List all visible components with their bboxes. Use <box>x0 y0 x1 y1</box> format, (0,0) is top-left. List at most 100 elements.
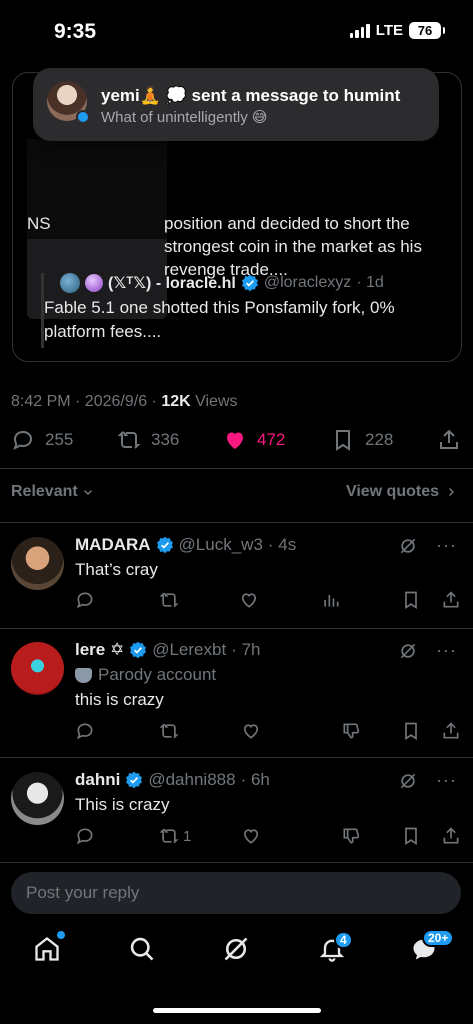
repost-icon <box>159 828 179 844</box>
nav-search[interactable] <box>128 935 158 965</box>
quoted-media-text: NS <box>27 214 51 233</box>
nested-author-name: (𝕏ᵀ𝕏) - loracle.hl <box>108 275 236 292</box>
avatar[interactable] <box>11 642 64 695</box>
status-indicators: LTE 76 <box>349 22 445 39</box>
theater-masks-icon <box>75 667 92 683</box>
quoted-post-text: position and decided to short the strong… <box>164 214 422 279</box>
reply-time: · 7h <box>231 640 261 659</box>
notification-subtitle: What of unintelligently 😅 <box>101 109 268 126</box>
like-button[interactable] <box>241 826 261 846</box>
chevron-right-icon <box>448 487 455 497</box>
reply-top-actions: ··· <box>398 535 457 556</box>
bookmark-button[interactable] <box>401 826 421 846</box>
post-timestamp: 8:42 PM · 2026/9/6 · 12K Views <box>11 393 238 410</box>
verified-badge-icon <box>156 536 173 554</box>
verified-badge-icon <box>126 771 143 789</box>
views-count[interactable]: 12K <box>161 393 190 410</box>
reply-author-name[interactable]: lere ✡ <box>75 640 124 660</box>
bookmark-button[interactable]: 228 <box>331 428 393 452</box>
new-content-dot <box>57 931 65 939</box>
repost-button[interactable] <box>159 721 183 741</box>
share-button[interactable] <box>441 721 461 741</box>
nested-time: · 1d <box>356 274 384 291</box>
notification-title: yemi🧘 💭 sent a message to humint <box>101 86 401 105</box>
repost-button[interactable]: 336 <box>117 428 179 452</box>
repost-button[interactable]: 1 <box>159 826 191 846</box>
share-icon <box>440 429 458 449</box>
more-options-icon[interactable]: ··· <box>436 640 457 661</box>
like-button[interactable] <box>241 721 261 741</box>
like-button[interactable]: 472 <box>223 428 285 452</box>
reply-button[interactable] <box>75 590 95 610</box>
status-bar: 9:35 LTE 76 <box>0 0 473 62</box>
reply-button[interactable] <box>75 721 95 741</box>
bookmark-button[interactable] <box>401 590 421 610</box>
home-icon <box>35 937 59 961</box>
share-icon <box>443 591 459 608</box>
share-icon <box>443 827 459 844</box>
crystal-ball-icon <box>85 274 103 292</box>
analytics-icon <box>324 595 339 607</box>
reply-input[interactable] <box>11 872 461 914</box>
chevron-down-icon <box>83 489 92 496</box>
reply-icon <box>76 592 93 609</box>
share-button[interactable] <box>441 826 461 846</box>
like-button[interactable] <box>239 590 259 610</box>
reply-actions: 1 <box>75 826 461 848</box>
reply-actions <box>75 721 461 743</box>
heart-filled-icon <box>227 432 243 449</box>
nav-messages[interactable]: 20+ <box>410 929 455 965</box>
reply-time: · 4s <box>267 535 297 554</box>
reply-top-actions: ··· <box>398 640 457 661</box>
sort-dropdown[interactable]: Relevant <box>11 483 94 501</box>
grok-icon[interactable] <box>398 771 418 791</box>
bookmark-icon <box>405 722 417 741</box>
nav-grok[interactable] <box>222 935 252 965</box>
grok-icon[interactable] <box>398 536 418 556</box>
bottom-navigation: 4 20+ <box>0 925 473 985</box>
parody-label: Parody account <box>75 665 216 685</box>
message-notification-banner[interactable]: yemi🧘 💭 sent a message to humint What of… <box>33 68 439 141</box>
reply-button[interactable] <box>75 826 95 846</box>
more-options-icon[interactable]: ··· <box>436 770 457 791</box>
bookmark-icon <box>405 591 417 610</box>
thumbs-down-icon <box>343 828 360 844</box>
avatar <box>60 273 80 293</box>
nav-home[interactable] <box>33 931 65 965</box>
online-dot-icon <box>76 110 90 124</box>
reply-actions <box>75 590 461 612</box>
reply-author-handle: @Lerexbt <box>152 640 227 659</box>
downvote-button[interactable] <box>341 826 361 846</box>
share-button[interactable] <box>437 428 461 452</box>
more-options-icon[interactable]: ··· <box>436 535 457 556</box>
network-label: LTE <box>375 22 403 39</box>
reply-item[interactable]: dahni @dahni888 · 6h ··· This is crazy 1 <box>0 758 473 862</box>
signal-icon <box>349 23 370 38</box>
reply-icon <box>76 828 93 845</box>
views-button[interactable] <box>321 590 341 610</box>
reply-button[interactable]: 255 <box>11 428 73 452</box>
divider <box>0 862 473 863</box>
reply-author-name[interactable]: MADARA <box>75 535 151 555</box>
repost-button[interactable] <box>159 590 183 610</box>
reply-author-name[interactable]: dahni <box>75 770 120 790</box>
nested-quote-text: Fable 5.1 one shotted this Ponsfamily fo… <box>44 298 395 341</box>
bookmark-icon <box>336 430 350 451</box>
downvote-button[interactable] <box>341 721 361 741</box>
grok-icon[interactable] <box>398 641 418 661</box>
heart-icon <box>241 593 257 608</box>
nav-notifications[interactable]: 4 <box>318 931 353 965</box>
share-button[interactable] <box>441 590 461 610</box>
reply-item[interactable]: MADARA @Luck_w3 · 4s ··· That’s cray <box>0 523 473 628</box>
avatar[interactable] <box>11 537 64 590</box>
bookmark-button[interactable] <box>401 721 421 741</box>
view-quotes-link[interactable]: View quotes <box>346 483 457 501</box>
verified-badge-icon <box>241 274 258 292</box>
nested-author-handle: @loraclexyz <box>263 274 352 291</box>
thumbs-down-icon <box>343 723 360 739</box>
repost-icon <box>159 592 179 608</box>
avatar[interactable] <box>11 772 64 825</box>
reply-item[interactable]: lere ✡ @Lerexbt · 7h ··· Parody account … <box>0 629 473 757</box>
repost-icon <box>117 431 141 449</box>
reply-author-handle: @Luck_w3 <box>178 535 263 554</box>
